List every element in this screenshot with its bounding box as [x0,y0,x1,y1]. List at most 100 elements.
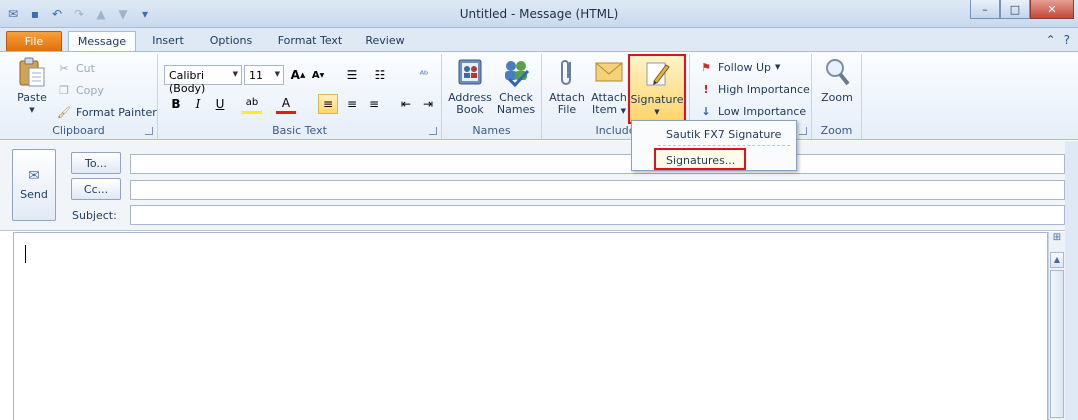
scissors-icon: ✂ [59,61,69,75]
format-painter-button[interactable]: 🖌 Format Painter [56,103,157,121]
scroll-up-icon[interactable]: ▲ [1050,252,1064,268]
tab-message[interactable]: Message [68,31,136,52]
cc-field[interactable] [130,180,1065,200]
copy-label: Copy [76,83,104,97]
down-arrow-icon: ↓ [701,104,711,118]
check-names-line2: Names [496,103,536,116]
help-icon[interactable]: ? [1064,33,1070,47]
highlight-icon[interactable]: ab [242,94,262,114]
subject-label: Subject: [72,209,117,222]
increase-indent-icon[interactable]: ⇥ [418,94,438,114]
address-book-line2: Book [456,103,484,116]
cut-button[interactable]: ✂ Cut [56,59,95,77]
clipboard-group-label: Clipboard [52,124,105,137]
tags-launcher-icon[interactable] [799,127,807,135]
minimize-ribbon-icon[interactable]: ⌃ [1046,33,1056,47]
clipboard-launcher-icon[interactable] [145,127,153,135]
size-dropdown-icon: ▼ [274,70,280,78]
window-controls: – □ ✕ [970,0,1074,19]
zoom-label: Zoom [821,91,853,104]
numbering-icon[interactable]: ☷ [370,65,390,85]
check-names-button[interactable]: Check Names [494,56,538,116]
send-button[interactable]: ✉ Send [12,149,56,221]
menu-separator [658,145,790,146]
attach-item-dropdown-icon: ▼ [620,107,626,115]
vertical-scrollbar[interactable]: ⊞ ▲ [1048,232,1065,420]
high-importance-button[interactable]: ! High Importance [698,80,809,98]
scroll-thumb[interactable] [1050,270,1064,418]
underline-icon[interactable]: U [210,94,230,114]
tab-options[interactable]: Options [200,31,262,52]
decrease-indent-icon[interactable]: ⇤ [396,94,416,114]
attach-item-line2: Item ▼ [588,104,630,117]
low-importance-button[interactable]: ↓ Low Importance [698,102,806,120]
attach-item-button[interactable]: Attach Item ▼ [588,56,630,117]
zoom-button[interactable]: Zoom [816,56,858,104]
clear-formatting-icon[interactable]: ᴬᵇ [414,65,434,85]
ruler-toggle-icon[interactable]: ⊞ [1049,232,1065,250]
paste-icon [16,56,48,88]
tab-insert[interactable]: Insert [142,31,194,52]
bold-icon[interactable]: B [166,94,186,114]
send-label: Send [20,188,48,201]
copy-button[interactable]: ❐ Copy [56,81,104,99]
ribbon-extras: ⌃ ? [1046,33,1070,47]
align-right-icon[interactable]: ≡ [364,94,384,114]
tab-file[interactable]: File [6,31,62,52]
follow-up-dropdown-icon: ▼ [775,63,781,71]
to-button[interactable]: To... [71,152,121,174]
magnifier-icon [821,56,853,88]
message-body[interactable] [13,232,1048,420]
bullets-icon[interactable]: ☰ [342,65,362,85]
font-name-combo[interactable]: Calibri (Body) ▼ [164,65,242,95]
paperclip-icon [551,56,583,88]
title-bar: ✉ ▪ ↶ ↷ ▲ ▼ ▾ Untitled - Message (HTML) … [0,0,1078,28]
paintbrush-icon: 🖌 [57,105,71,119]
to-field[interactable] [130,154,1065,174]
minimize-button[interactable]: – [970,0,1000,19]
basic-text-launcher-icon[interactable] [429,127,437,135]
signature-button[interactable]: Signature ▼ [628,54,686,124]
exclamation-icon: ! [703,82,709,96]
message-header: ✉ Send To... Cc... Subject: [0,141,1078,231]
align-center-icon[interactable]: ≡ [342,94,362,114]
copy-icon: ❐ [59,83,69,97]
attach-file-line2: File [557,103,577,116]
send-envelope-icon: ✉ [28,168,40,184]
shrink-font-icon[interactable]: A ▼ [308,65,328,85]
paste-button[interactable]: Paste ▼ [12,56,52,116]
cc-button[interactable]: Cc... [71,178,121,200]
subject-field[interactable] [130,205,1065,225]
pen-icon [641,58,673,90]
attach-file-button[interactable]: Attach File [546,56,588,116]
address-book-button[interactable]: Address Book [448,56,492,116]
group-clipboard: Paste ▼ ✂ Cut ❐ Copy 🖌 Format Painter Cl… [0,54,158,139]
font-size-combo[interactable]: 11 ▼ [244,65,284,85]
zoom-group-label: Zoom [820,124,853,137]
cut-label: Cut [76,61,95,75]
names-group-label: Names [472,124,511,137]
window-frame-right [1065,141,1078,420]
paste-dropdown-icon[interactable]: ▼ [12,104,52,116]
close-button[interactable]: ✕ [1030,0,1074,19]
signature-dropdown-icon: ▼ [654,108,660,116]
font-name-value: Calibri (Body) [169,69,206,95]
grow-font-icon[interactable]: A ▲ [288,65,308,85]
italic-icon[interactable]: I [188,94,208,114]
signature-menu-item-signatures[interactable]: Signatures... [654,148,746,170]
flag-icon: ⚑ [701,60,711,74]
envelope-icon [593,56,625,88]
address-book-icon [454,56,486,88]
follow-up-label: Follow Up [718,60,772,74]
text-caret [25,245,26,263]
maximize-button[interactable]: □ [1000,0,1030,19]
signature-menu-item-sautik[interactable]: Sautik FX7 Signature [632,123,796,145]
ribbon: Paste ▼ ✂ Cut ❐ Copy 🖌 Format Painter Cl… [0,51,1078,140]
format-painter-label: Format Painter [76,105,157,119]
font-color-icon[interactable]: A [276,94,296,114]
signature-label: Signature [630,93,684,106]
tab-format-text[interactable]: Format Text [270,31,350,52]
tab-review[interactable]: Review [358,31,412,52]
follow-up-button[interactable]: ⚑ Follow Up ▼ [698,58,780,76]
align-left-icon[interactable]: ≡ [318,94,338,114]
